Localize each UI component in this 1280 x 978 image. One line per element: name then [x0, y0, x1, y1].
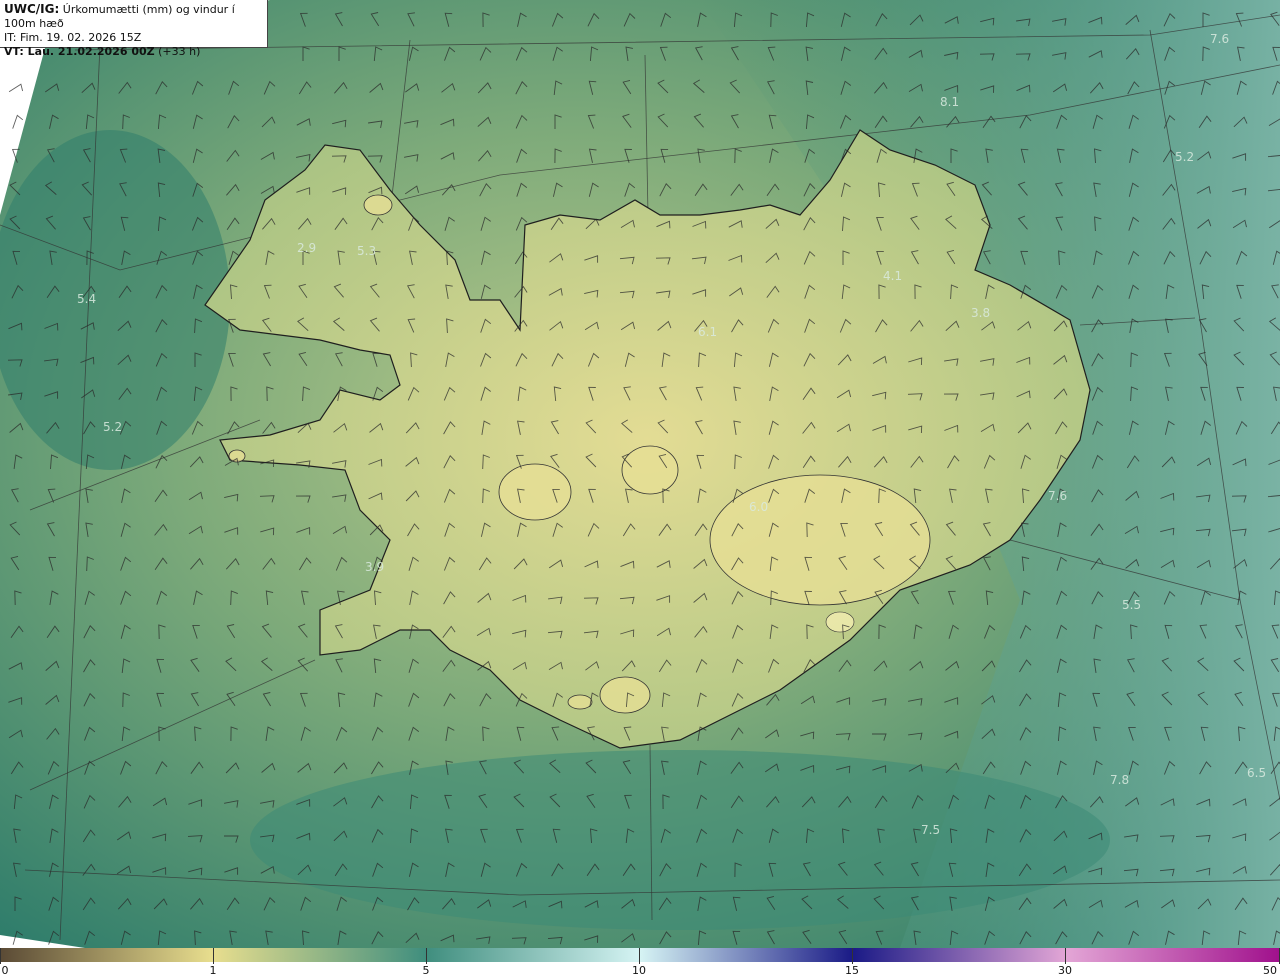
- colorbar-tick-label: 15: [845, 964, 859, 977]
- colorbar-tick-label: 5: [422, 964, 430, 977]
- map-value-label: 8.1: [940, 95, 959, 109]
- map-value-label: 6.0: [749, 500, 768, 514]
- map-value-label: 7.6: [1210, 32, 1229, 46]
- initial-time: IT: Fim. 19. 02. 2026 15Z: [4, 31, 142, 44]
- myrdalsjokull: [599, 676, 651, 714]
- valid-time: VT: Lau. 21.02.2026 00Z (+33 h): [4, 45, 263, 59]
- map-value-label: 7.6: [1048, 489, 1067, 503]
- colorbar-tick-label: 30: [1058, 964, 1072, 977]
- colorbar-tick-label: 1: [209, 964, 217, 977]
- model-name: UWC/IG:: [4, 2, 60, 16]
- colorbar: [0, 948, 1280, 962]
- west-sea-dark: [0, 130, 230, 470]
- south-sea-band: [250, 750, 1110, 930]
- map-value-label: 2.9: [297, 241, 316, 255]
- map-value-label: 7.5: [921, 823, 940, 837]
- langjokull: [498, 463, 572, 521]
- map-value-label: 6.1: [698, 325, 717, 339]
- valid-time-offset: (+33 h): [158, 45, 201, 58]
- colorbar-tick-label: 0: [1, 964, 9, 977]
- map-value-label: 5.2: [1175, 150, 1194, 164]
- hofsjokull: [621, 445, 679, 495]
- map-value-label: 6.5: [1247, 766, 1266, 780]
- map-value-label: 5.2: [103, 420, 122, 434]
- map-value-label: 5.4: [77, 292, 96, 306]
- precipitation-wind-map: 7.6 8.1 5.2 5.4 5.3 2.9 4.1 3.8 6.1 5.2 …: [0, 0, 1280, 948]
- map-value-label: 4.1: [883, 269, 902, 283]
- map-value-label: 3.9: [365, 560, 384, 574]
- oraefajokull: [825, 611, 855, 633]
- eyjafjallajokull: [567, 694, 593, 710]
- valid-time-label: VT: Lau. 21.02.2026 00Z: [4, 45, 155, 58]
- forecast-title: UWC/IG: Úrkomumætti (mm) og vindur í 100…: [4, 2, 263, 31]
- vatnajokull: [709, 474, 931, 606]
- map-value-label: 7.8: [1110, 773, 1129, 787]
- forecast-info-box: UWC/IG: Úrkomumætti (mm) og vindur í 100…: [0, 0, 268, 58]
- map-value-label: 3.8: [971, 306, 990, 320]
- colorbar-tick-label: 50: [1263, 964, 1277, 977]
- map-value-label: 5.3: [357, 244, 376, 258]
- colorbar-labels: 0 1 5 10 15 30 50: [0, 962, 1280, 978]
- map-value-label: 5.5: [1122, 598, 1141, 612]
- colorbar-tick-label: 10: [632, 964, 646, 977]
- drangajokull: [363, 194, 393, 216]
